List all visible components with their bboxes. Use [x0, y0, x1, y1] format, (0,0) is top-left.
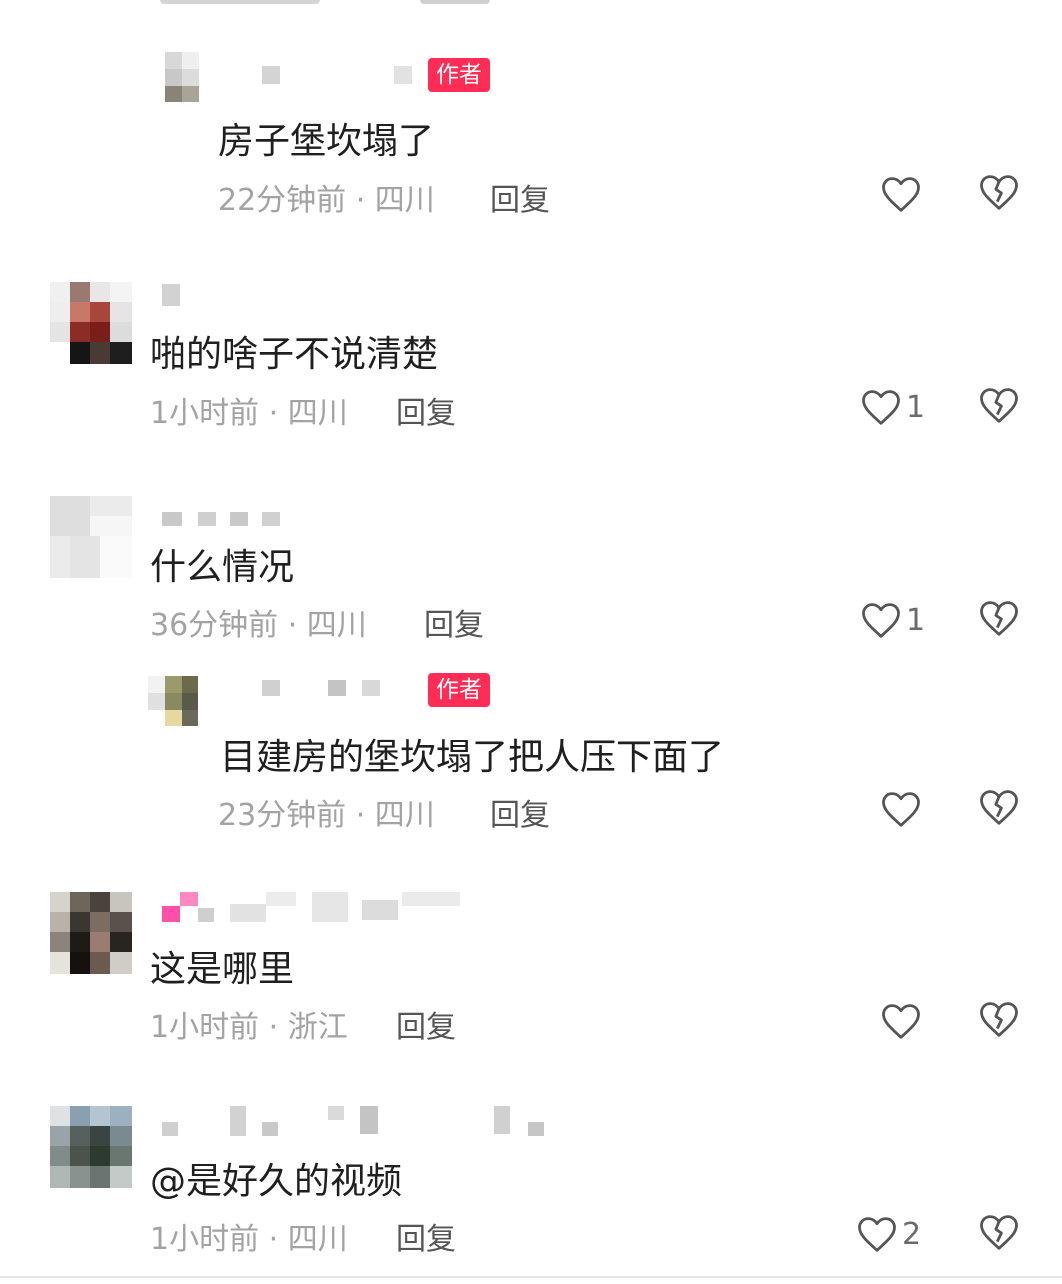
like-count: 1 — [906, 389, 926, 425]
comment-location: 浙江 — [287, 1010, 348, 1045]
avatar[interactable] — [50, 282, 132, 364]
reply-button[interactable]: 回复 — [396, 1214, 456, 1258]
dislike-button[interactable] — [978, 1212, 1022, 1256]
dislike-button[interactable] — [978, 385, 1022, 429]
heart-outline-icon — [862, 603, 900, 638]
avatar[interactable] — [165, 52, 215, 102]
author-badge: 作者 — [428, 673, 490, 707]
comment-meta: 36分钟前 · 四川 — [150, 600, 367, 644]
comment-time: 1小时前 — [150, 1222, 260, 1257]
reply-button[interactable]: 回复 — [396, 388, 456, 432]
dislike-button[interactable] — [978, 598, 1022, 642]
like-button[interactable]: 1 — [860, 385, 925, 429]
broken-heart-icon — [980, 1215, 1018, 1250]
username-blurred[interactable] — [162, 890, 462, 930]
heart-outline-icon — [862, 390, 900, 425]
comment-time: 36分钟前 — [150, 608, 279, 643]
comment-location: 四川 — [287, 396, 348, 431]
broken-heart-icon — [980, 790, 1018, 825]
dislike-button[interactable] — [978, 787, 1022, 831]
broken-heart-icon — [980, 175, 1018, 210]
reply-button[interactable]: 回复 — [396, 1002, 456, 1046]
broken-heart-icon — [980, 1002, 1018, 1037]
username-blurred[interactable] — [262, 676, 382, 716]
like-button[interactable] — [880, 999, 926, 1043]
heart-outline-icon — [882, 177, 920, 212]
heart-outline-icon — [858, 1217, 896, 1252]
dislike-button[interactable] — [978, 999, 1022, 1043]
reply-button[interactable]: 回复 — [490, 790, 550, 834]
comment-meta: 1小时前 · 四川 — [150, 1214, 348, 1258]
comment-meta: 1小时前 · 四川 — [150, 388, 348, 432]
avatar[interactable] — [50, 496, 132, 578]
like-count: 1 — [906, 602, 926, 638]
meta-separator: · — [259, 396, 288, 431]
like-button[interactable]: 1 — [860, 598, 925, 642]
comment-text: 房子堡坎塌了 — [218, 121, 435, 162]
reply-button[interactable]: 回复 — [490, 175, 550, 219]
divider — [0, 1276, 1062, 1278]
comment-location: 四川 — [374, 183, 435, 218]
comment-text: 什么情况 — [150, 547, 295, 588]
comment-time: 23分钟前 — [218, 798, 347, 833]
like-count: 2 — [902, 1216, 922, 1252]
comment-time: 1小时前 — [150, 396, 260, 431]
comment-location: 四川 — [306, 608, 367, 643]
meta-separator: · — [346, 183, 375, 218]
dislike-button[interactable] — [978, 172, 1022, 216]
avatar[interactable] — [50, 892, 132, 974]
heart-outline-icon — [882, 792, 920, 827]
previous-comment-fragment — [150, 0, 1050, 20]
comment-meta: 22分钟前 · 四川 — [218, 175, 435, 219]
meta-separator: · — [259, 1010, 288, 1045]
comment-location: 四川 — [287, 1222, 348, 1257]
meta-separator: · — [278, 608, 307, 643]
meta-separator: · — [259, 1222, 288, 1257]
broken-heart-icon — [980, 388, 1018, 423]
comment-time: 1小时前 — [150, 1010, 260, 1045]
broken-heart-icon — [980, 601, 1018, 636]
avatar[interactable] — [148, 676, 198, 726]
comment-meta: 1小时前 · 浙江 — [150, 1002, 348, 1046]
meta-separator: · — [346, 798, 375, 833]
like-button[interactable] — [880, 787, 926, 831]
reply-button[interactable]: 回复 — [424, 600, 484, 644]
comment-text: 啪的啥子不说清楚 — [150, 334, 439, 375]
comment-text: 目建房的堡坎塌了把人压下面了 — [220, 737, 725, 778]
avatar[interactable] — [50, 1106, 132, 1188]
author-badge: 作者 — [428, 58, 490, 92]
username-blurred[interactable] — [262, 58, 422, 98]
comment-text: 这是哪里 — [150, 949, 295, 990]
like-button[interactable] — [880, 172, 926, 216]
username-blurred[interactable] — [162, 280, 202, 320]
comment-time: 22分钟前 — [218, 183, 347, 218]
heart-outline-icon — [882, 1004, 920, 1039]
comment-text: @是好久的视频 — [150, 1161, 403, 1202]
comment-location: 四川 — [374, 798, 435, 833]
like-button[interactable]: 2 — [856, 1212, 921, 1256]
comment-meta: 23分钟前 · 四川 — [218, 790, 435, 834]
username-blurred[interactable] — [162, 1104, 552, 1144]
comment-list: 作者 房子堡坎塌了 22分钟前 · 四川 回复 啪的啥子不说清楚 1小时前 · … — [0, 0, 1062, 1284]
username-blurred[interactable] — [162, 502, 282, 542]
